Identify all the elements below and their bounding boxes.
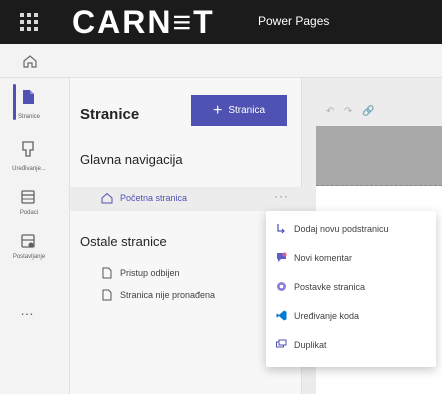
home-icon (101, 192, 113, 204)
menu-item-duplicate[interactable]: Duplikat (266, 331, 436, 359)
other-pages-heading: Ostale stranice (80, 234, 167, 249)
home-icon[interactable] (22, 53, 38, 69)
menu-item-label: Dodaj novu podstranicu (294, 224, 389, 234)
add-page-button[interactable]: + Stranica (191, 95, 287, 126)
plus-icon: + (212, 101, 223, 119)
menu-item-edit-code[interactable]: Uređivanje koda (266, 302, 436, 330)
app-launcher-icon[interactable] (20, 13, 38, 31)
brand-logo: CARN≡T (72, 4, 215, 40)
page-icon (102, 267, 112, 279)
data-icon (21, 190, 35, 204)
menu-item-page-settings[interactable]: Postavke stranica (266, 273, 436, 301)
rail-item-label: Stranice (17, 114, 40, 120)
menu-item-new-comment[interactable]: Novi komentar (266, 244, 436, 272)
add-page-label: Stranica (228, 105, 266, 116)
more-options-icon[interactable]: ··· (274, 189, 289, 203)
page-item-label: Početna stranica (120, 193, 188, 203)
link-icon[interactable]: 🔗 (362, 106, 374, 117)
page-item-label: Stranica nije pronađena (120, 290, 216, 300)
undo-icon[interactable]: ↶ (326, 106, 334, 117)
top-bar: CARN≡T Power Pages (0, 0, 442, 44)
menu-item-label: Novi komentar (294, 253, 353, 263)
pages-icon (23, 90, 34, 104)
page-item-label: Pristup odbijen (120, 268, 180, 278)
menu-item-add-subpage[interactable]: Dodaj novu podstranicu (266, 215, 436, 243)
panel-title: Stranice (80, 106, 140, 123)
rail-item-styling[interactable]: Uređivanje... (0, 138, 70, 178)
setup-icon (21, 234, 35, 248)
menu-item-label: Postavke stranica (294, 282, 366, 292)
rail-item-label: Postavljanje (12, 254, 46, 260)
subpage-icon (277, 224, 285, 234)
rail-item-label: Podaci (19, 210, 39, 216)
rail-more-icon[interactable]: … (20, 302, 35, 318)
page-icon (102, 289, 112, 301)
product-name: Power Pages (258, 14, 330, 28)
menu-item-label: Duplikat (294, 340, 327, 350)
left-rail: Stranice Uređivanje... Podaci Postavljan… (0, 78, 70, 394)
home-bar (0, 44, 442, 78)
redo-icon[interactable]: ↷ (344, 106, 352, 117)
page-context-menu: Dodaj novu podstranicu Novi komentar Pos… (266, 211, 436, 367)
menu-item-label: Uređivanje koda (294, 311, 360, 321)
duplicate-icon (276, 339, 287, 348)
vscode-icon (276, 310, 287, 321)
styling-icon (22, 141, 34, 157)
main-navigation-heading: Glavna navigacija (80, 152, 183, 167)
rail-item-data[interactable]: Podaci (0, 186, 70, 226)
settings-icon (277, 282, 286, 291)
rail-item-setup[interactable]: Postavljanje (0, 230, 70, 270)
comment-icon (277, 252, 287, 262)
preview-header-block (316, 126, 442, 186)
canvas-toolbar: ↶ ↷ 🔗 (302, 102, 442, 124)
rail-item-pages[interactable]: Stranice (0, 86, 70, 126)
page-item-home[interactable]: Početna stranica ··· (70, 187, 302, 211)
rail-item-label: Uređivanje... (12, 166, 46, 172)
